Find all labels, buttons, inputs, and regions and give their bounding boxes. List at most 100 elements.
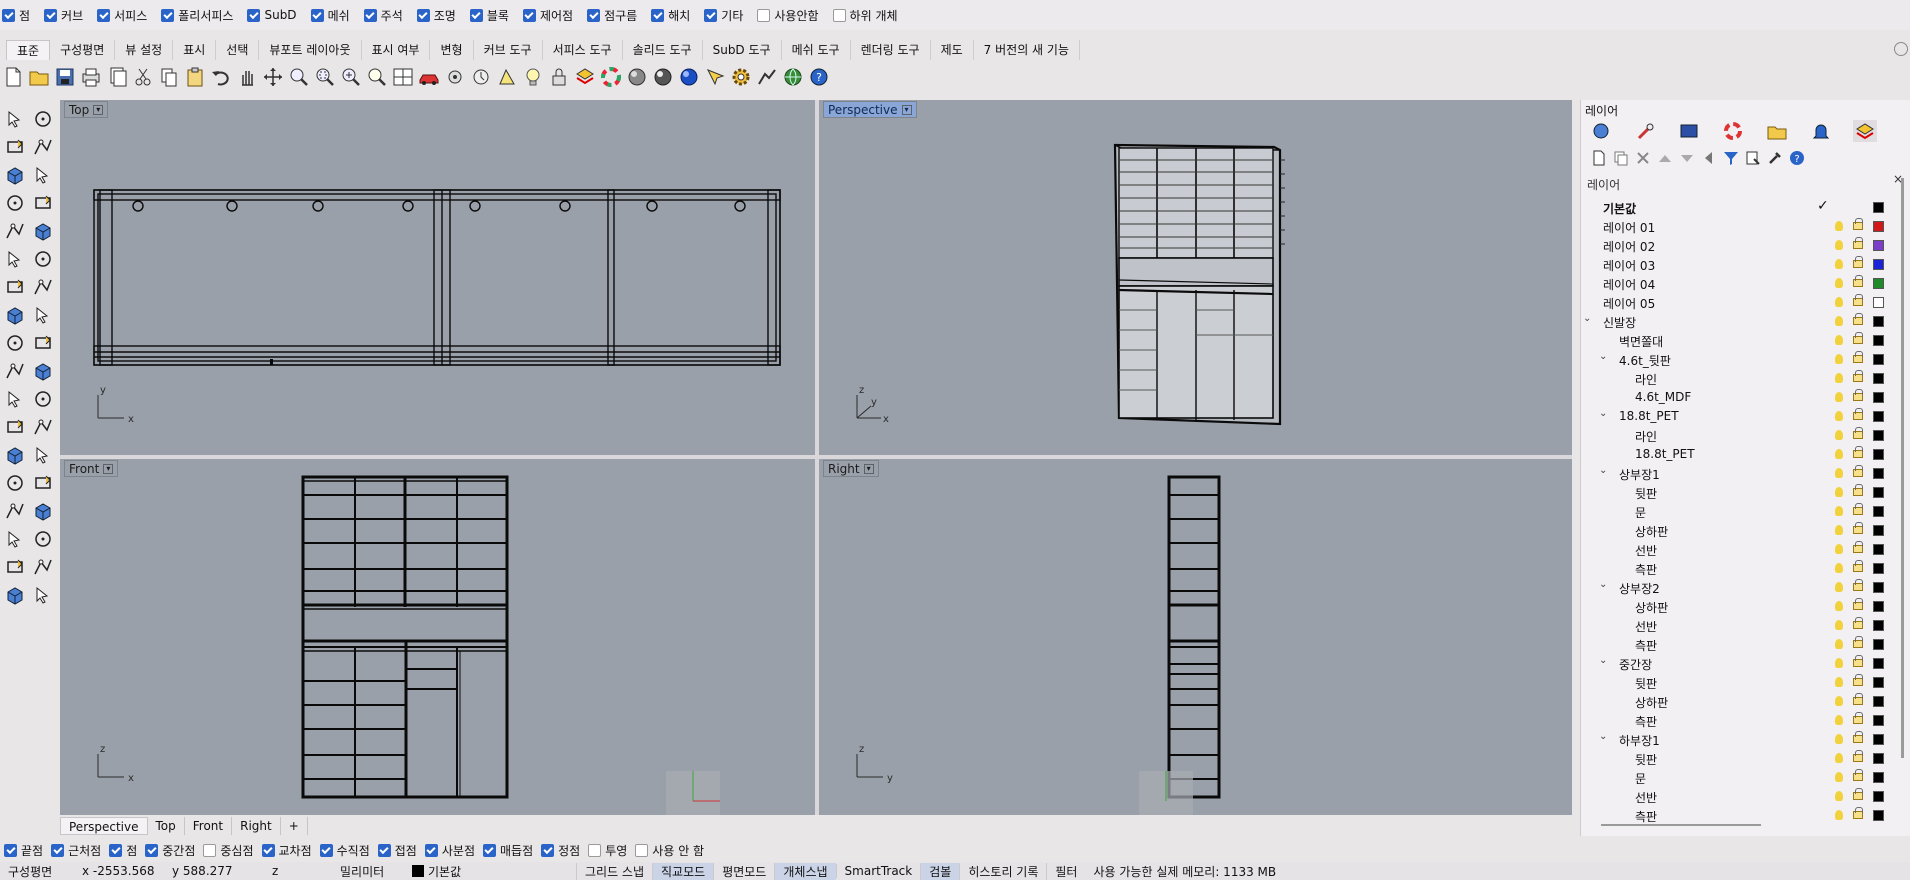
layer-name[interactable]: 상부장1: [1619, 466, 1660, 483]
status-toggle-4[interactable]: SmartTrack: [835, 864, 921, 878]
units-indicator[interactable]: 밀리미터: [332, 863, 404, 880]
layer-name[interactable]: 벽면쫄대: [1619, 333, 1663, 350]
layer-name[interactable]: 레이어 04: [1603, 276, 1655, 293]
open-folder-icon[interactable]: [28, 66, 50, 88]
filter-8[interactable]: 블록: [469, 7, 509, 24]
layer-row[interactable]: 레이어 03: [1581, 255, 1901, 274]
cylinder-icon[interactable]: [4, 304, 26, 326]
filter-11[interactable]: 해치: [651, 7, 690, 24]
layer-name[interactable]: 중간장: [1619, 656, 1652, 673]
polygon-icon[interactable]: [4, 220, 26, 242]
layer-row[interactable]: 18.8t_PET: [1581, 445, 1901, 464]
layer-color-swatch[interactable]: [1873, 240, 1884, 251]
light-bulb-icon[interactable]: [1835, 449, 1843, 459]
lock-icon[interactable]: [1853, 788, 1863, 800]
point-icon[interactable]: [32, 108, 54, 130]
filter-0[interactable]: 점: [2, 7, 30, 24]
light-bulb-icon[interactable]: [1835, 297, 1843, 307]
light-bulb-icon[interactable]: [1835, 335, 1843, 345]
named-view-icon[interactable]: [444, 66, 466, 88]
layer-row[interactable]: ⌄ 상부장2: [1581, 578, 1901, 597]
layer-name[interactable]: 선반: [1635, 789, 1657, 806]
zoom-extents-icon[interactable]: [340, 66, 362, 88]
osnap-7[interactable]: 접점: [377, 842, 417, 859]
layer-color-swatch[interactable]: [1873, 753, 1884, 764]
chevron-down-icon[interactable]: ▾: [901, 104, 912, 115]
layer-color-swatch[interactable]: [1873, 677, 1884, 688]
layer-scrollbar[interactable]: [1901, 178, 1904, 758]
zoom-window-icon[interactable]: [314, 66, 336, 88]
layer-name[interactable]: 레이어 02: [1603, 238, 1655, 255]
new-file-icon[interactable]: [2, 66, 24, 88]
copy-icon[interactable]: [158, 66, 180, 88]
car-view-icon[interactable]: [418, 66, 440, 88]
status-toggle-6[interactable]: 히스토리 기록: [959, 862, 1046, 880]
filter-13[interactable]: 사용안함: [757, 7, 819, 24]
layer-name[interactable]: 뒷판: [1635, 485, 1657, 502]
tab-14[interactable]: 제도: [931, 40, 974, 60]
viewport-tab-2[interactable]: Front: [185, 817, 233, 835]
viewport-title-right[interactable]: Right ▾: [823, 460, 879, 477]
layer-row[interactable]: ⌄ 신발장: [1581, 312, 1901, 331]
undo-icon[interactable]: [210, 66, 232, 88]
chevron-down-icon[interactable]: ⌄: [1599, 579, 1607, 590]
chevron-down-icon[interactable]: ⌄: [1599, 408, 1607, 419]
layer-color-swatch[interactable]: [1873, 221, 1884, 232]
light-bulb-icon[interactable]: [1835, 316, 1843, 326]
new-layer-icon[interactable]: [1591, 150, 1607, 166]
layer-color-swatch[interactable]: [1873, 696, 1884, 707]
layer-row[interactable]: 레이어 02: [1581, 236, 1901, 255]
lock-icon[interactable]: [1853, 256, 1863, 268]
tab-0[interactable]: 표준: [6, 40, 51, 60]
tab-5[interactable]: 뷰포트 레이아웃: [259, 40, 362, 60]
array-icon[interactable]: [32, 472, 54, 494]
light-bulb-icon[interactable]: [1835, 468, 1843, 478]
status-toggle-2[interactable]: 평면모드: [713, 862, 774, 880]
layer-color-swatch[interactable]: [1873, 430, 1884, 441]
lock-icon[interactable]: [1853, 237, 1863, 249]
tab-1[interactable]: 구성평면: [50, 40, 116, 60]
layer-name[interactable]: 신발장: [1603, 314, 1636, 331]
surface-patch-icon[interactable]: [32, 304, 54, 326]
gumball-icon[interactable]: [4, 332, 26, 354]
analyze-icon[interactable]: [4, 556, 26, 578]
lock-icon[interactable]: [1853, 598, 1863, 610]
checkbox-icon[interactable]: [51, 843, 65, 857]
filter-4[interactable]: SubD: [247, 8, 297, 22]
select-arrow-icon[interactable]: [4, 108, 26, 130]
light-bulb-icon[interactable]: [1835, 278, 1843, 288]
osnap-4[interactable]: 중심점: [203, 842, 254, 859]
select-points-icon[interactable]: [496, 66, 518, 88]
layer-row[interactable]: 기본값 ✓: [1581, 198, 1901, 217]
render-sphere-icon[interactable]: [678, 66, 700, 88]
layer-name[interactable]: 레이어 03: [1603, 257, 1655, 274]
status-toggle-0[interactable]: 그리드 스냅: [576, 862, 652, 880]
layer-name[interactable]: 상하판: [1635, 694, 1668, 711]
light-bulb-icon[interactable]: [1835, 430, 1843, 440]
current-layer-indicator[interactable]: 기본값: [404, 863, 576, 880]
print-icon[interactable]: [80, 66, 102, 88]
light-bulb-icon[interactable]: [1835, 715, 1843, 725]
layer-name[interactable]: 4.6t_뒷판: [1619, 352, 1671, 369]
layer-row[interactable]: 벽면쫄대: [1581, 331, 1901, 350]
layer-name[interactable]: 4.6t_MDF: [1635, 390, 1691, 404]
viewport-tab-3[interactable]: Right: [232, 817, 281, 835]
display-tab-icon[interactable]: [1677, 120, 1701, 142]
color-wheel-icon[interactable]: [600, 66, 622, 88]
layer-row[interactable]: ⌄ 4.6t_뒷판: [1581, 350, 1901, 369]
layer-name[interactable]: 문: [1635, 504, 1646, 521]
help-icon[interactable]: ?: [808, 66, 830, 88]
tab-11[interactable]: SubD 도구: [703, 40, 782, 60]
save-icon[interactable]: [54, 66, 76, 88]
checkbox-icon[interactable]: [377, 843, 391, 857]
chevron-down-icon[interactable]: ⌄: [1599, 731, 1607, 742]
viewport-title-front[interactable]: Front ▾: [64, 460, 119, 477]
light-bulb-icon[interactable]: [1835, 240, 1843, 250]
checkbox-icon[interactable]: [587, 8, 601, 22]
status-toggle-1[interactable]: 직교모드: [652, 862, 714, 880]
chevron-down-icon[interactable]: ⌄: [1583, 313, 1591, 324]
layer-row[interactable]: 문: [1581, 502, 1901, 521]
properties-tab-icon[interactable]: [1589, 120, 1613, 142]
lock-icon[interactable]: [1853, 370, 1863, 382]
surface-plane-icon[interactable]: [4, 248, 26, 270]
